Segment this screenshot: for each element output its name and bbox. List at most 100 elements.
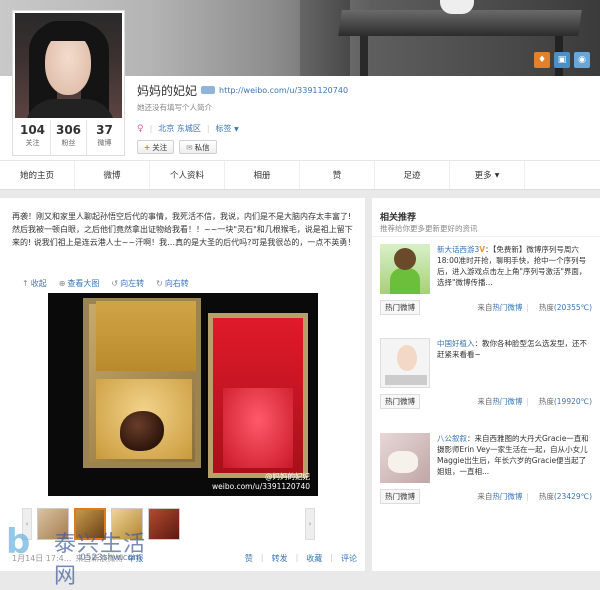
collapse-icon: ↑ — [22, 279, 29, 288]
separator: | — [260, 553, 264, 562]
recommend-image[interactable] — [380, 433, 430, 483]
view-large-button[interactable]: ⊕ 查看大图 — [59, 278, 100, 289]
watermark-name: @妈妈的妃妃 — [265, 472, 310, 481]
template-icon[interactable]: ▣ — [554, 52, 570, 68]
tag-link[interactable]: 标签 ▼ — [216, 123, 239, 134]
separator: | — [295, 553, 299, 562]
comment-button[interactable]: 评论 — [341, 553, 357, 564]
separator: | — [206, 124, 210, 133]
heat-label: 热度 — [538, 492, 554, 501]
heat-label: 热度 — [538, 397, 554, 406]
tab-more-label: 更多 — [474, 171, 492, 181]
stat-number: 37 — [96, 123, 113, 137]
stat-number: 104 — [19, 123, 46, 137]
tab-home[interactable]: 她的主页 — [0, 161, 75, 189]
recommend-meta: 热门微博 来自热门微博 | 热度(23429℃) — [380, 489, 592, 504]
chevron-down-icon: ▼ — [234, 126, 239, 133]
stat-followers[interactable]: 306 粉丝 — [51, 120, 87, 156]
tab-footprint[interactable]: 足迹 — [375, 161, 450, 189]
site-logo-letter: b — [6, 522, 31, 562]
follow-button[interactable]: + 关注 — [137, 140, 175, 154]
sidebar-title: 相关推荐 — [380, 213, 417, 223]
separator: | — [526, 303, 529, 312]
thumbnail[interactable] — [148, 508, 180, 540]
weibo-post: 再袭！刚又和家里人聊起孙悟空后代的事情，我死活不信，我说，内们是不是大脑内存太丰… — [0, 198, 365, 571]
thumbs-next-button[interactable]: › — [305, 508, 315, 540]
rotate-left-button[interactable]: ↺ 向左转 — [111, 278, 144, 289]
chevron-down-icon: ▼ — [494, 171, 500, 179]
repost-button[interactable]: 转发 — [272, 553, 288, 564]
from-prefix: 来自 — [477, 303, 493, 312]
recommend-text: 八公叙叙：来自西雅图的大丹犬Gracie一直和摄影师Erin Vey一家生活在一… — [437, 433, 592, 477]
from-link[interactable]: 热门微博 — [492, 397, 522, 406]
avatar-hair — [37, 21, 99, 41]
rotate-right-icon: ↻ — [156, 279, 163, 288]
rotate-right-button[interactable]: ↻ 向右转 — [156, 278, 189, 289]
from-prefix: 来自 — [477, 397, 493, 406]
separator: | — [330, 553, 333, 562]
hot-weibo-tag[interactable]: 热门微博 — [380, 489, 420, 504]
heat-value: (20355℃) — [553, 303, 592, 312]
profile-url-link[interactable]: http://weibo.com/u/3391120740 — [219, 86, 348, 95]
tab-likes[interactable]: 赞 — [300, 161, 375, 189]
watermark-url: weibo.com/u/3391120740 — [212, 482, 310, 491]
site-watermark-logo: b 泰兴生活网 0523shw.com — [2, 520, 152, 589]
tab-more[interactable]: 更多 ▼ — [450, 161, 525, 189]
favorite-button[interactable]: 收藏 — [306, 553, 322, 564]
hot-weibo-tag[interactable]: 热门微博 — [380, 300, 420, 315]
recommend-author-link[interactable]: 八公叙叙 — [437, 434, 467, 443]
divider — [372, 236, 600, 237]
tab-weibo[interactable]: 微博 — [75, 161, 150, 189]
recommend-meta: 热门微博 来自热门微博 | 热度(19920℃) — [380, 394, 592, 409]
message-button[interactable]: ✉ 私信 — [179, 140, 217, 154]
follow-label: 关注 — [152, 142, 168, 152]
collapse-label: 收起 — [30, 279, 47, 288]
recommend-heat: 热度(20355℃) — [539, 302, 592, 313]
profile-name: 妈妈的妃妃 — [137, 83, 198, 98]
image-figure — [388, 451, 418, 473]
recommend-text: 中国好植入：教你各种脸型怎么选发型，还不赶紧来看看~ — [437, 338, 592, 360]
separator: | — [526, 397, 529, 406]
heat-label: 热度 — [538, 303, 554, 312]
media-toolbar: ↑ 收起 ⊕ 查看大图 ↺ 向左转 ↻ 向右转 — [22, 278, 189, 289]
related-sidebar: 相关推荐 推荐给你更多更新更好的资讯 新大话西游3V：【免费新】微博序列号周六1… — [372, 198, 600, 571]
collapse-button[interactable]: ↑ 收起 — [22, 278, 47, 289]
from-link[interactable]: 热门微博 — [492, 303, 522, 312]
avatar[interactable] — [15, 13, 122, 118]
recommend-image[interactable] — [380, 244, 430, 294]
post-photo[interactable]: @妈妈的妃妃 weibo.com/u/3391120740 — [48, 293, 318, 496]
profile-actions: + 关注 ✉ 私信 — [137, 140, 577, 154]
image-figure — [390, 268, 420, 294]
tab-profile[interactable]: 个人资料 — [150, 161, 225, 189]
plus-icon: + — [144, 142, 151, 152]
stat-number: 306 — [55, 123, 82, 137]
stat-posts[interactable]: 37 微博 — [87, 120, 122, 156]
location-link[interactable]: 北京 东城区 — [158, 123, 201, 134]
weibo-icon[interactable]: ◉ — [574, 52, 590, 68]
sidebar-subtitle: 推荐给你更多更新更好的资讯 — [380, 224, 478, 233]
medal-icon[interactable]: ♦ — [534, 52, 550, 68]
heat-value: (23429℃) — [553, 492, 592, 501]
tab-album[interactable]: 相册 — [225, 161, 300, 189]
recommend-image[interactable] — [380, 338, 430, 388]
rotate-right-label: 向右转 — [164, 279, 189, 288]
recommend-text: 新大话西游3V：【免费新】微博序列号周六18:00准时开抢，聊明手快，抢中一个序… — [437, 244, 592, 288]
cover-icon-group: ♦ ▣ ◉ — [534, 52, 590, 68]
recommend-from: 来自热门微博 — [477, 491, 522, 502]
from-link[interactable]: 热门微博 — [492, 492, 522, 501]
rotate-left-icon: ↺ — [111, 279, 119, 288]
separator: | — [149, 124, 153, 133]
recommend-from: 来自热门微博 — [477, 302, 522, 313]
stat-label: 粉丝 — [61, 139, 76, 147]
recommend-author-link[interactable]: 中国好植入 — [437, 339, 475, 348]
from-prefix: 来自 — [477, 492, 493, 501]
profile-header: 104 关注 306 粉丝 37 微博 妈妈的妃妃 http://weibo.c… — [0, 10, 600, 160]
stat-following[interactable]: 104 关注 — [15, 120, 51, 156]
like-button[interactable]: 赞 — [245, 553, 253, 564]
cover-table-leg — [360, 36, 368, 76]
profile-meta-row: ♀ | 北京 东城区 | 标签 ▼ — [137, 123, 577, 134]
gold-box-lid — [96, 301, 196, 371]
recommend-author-link[interactable]: 新大话西游3 — [437, 245, 479, 254]
message-label: 私信 — [194, 142, 210, 152]
hot-weibo-tag[interactable]: 热门微博 — [380, 394, 420, 409]
